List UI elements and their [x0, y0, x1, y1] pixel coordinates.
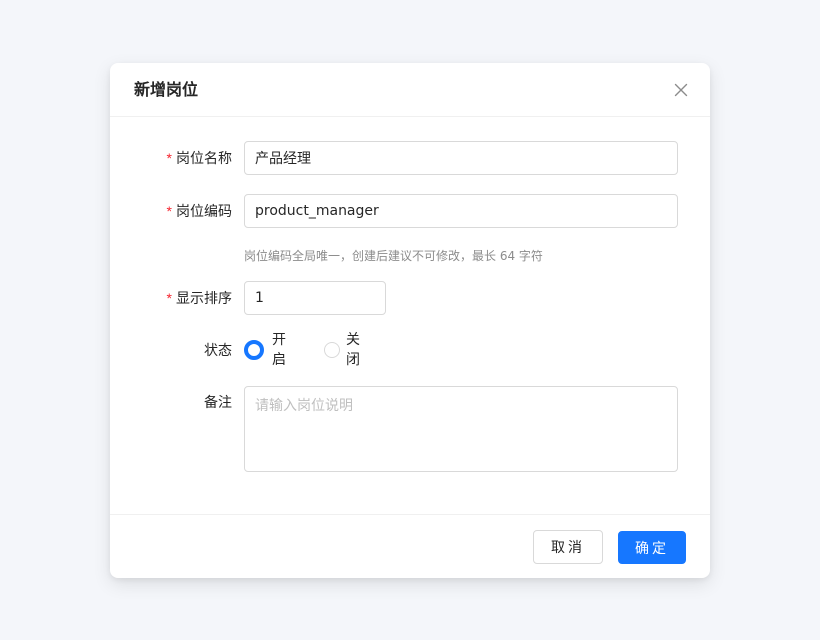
dialog-footer: 取消 确定	[110, 514, 710, 578]
form-row-code: * 岗位编码	[110, 194, 710, 228]
radio-unchecked-icon	[324, 342, 340, 358]
required-mark: *	[166, 150, 172, 166]
radio-checked-icon	[244, 340, 264, 360]
remark-label: 备注	[204, 395, 232, 411]
close-icon[interactable]	[672, 81, 690, 99]
form-row-name: * 岗位名称	[110, 141, 710, 175]
position-name-input[interactable]	[244, 141, 678, 175]
add-position-dialog: 新增岗位 *岗位名称 *岗位编码 岗位编码全局唯一，创建后建议不可修改，最长 6…	[110, 63, 710, 578]
sort-order-input[interactable]	[244, 281, 386, 315]
status-radio-on[interactable]: 开启	[244, 332, 286, 368]
form-row-sort: * 显示排序	[110, 281, 710, 315]
form-row-status: 状态 开启 关闭	[110, 332, 710, 368]
position-code-input[interactable]	[244, 194, 678, 228]
status-label: 状态	[204, 343, 232, 359]
name-label: * 岗位名称	[166, 150, 232, 167]
code-hint: 岗位编码全局唯一，创建后建议不可修改，最长 64 字符	[244, 249, 543, 263]
cancel-button[interactable]: 取消	[533, 530, 603, 564]
code-label: * 岗位编码	[166, 203, 232, 220]
status-radio-off[interactable]: 关闭	[324, 332, 360, 368]
confirm-button[interactable]: 确定	[618, 531, 686, 564]
form-row-remark: 备注	[110, 386, 710, 472]
required-mark: *	[166, 290, 172, 306]
required-mark: *	[166, 203, 172, 219]
dialog-title: 新增岗位	[134, 80, 199, 99]
remark-textarea[interactable]	[244, 386, 678, 472]
sort-label: * 显示排序	[166, 290, 232, 307]
dialog-header: 新增岗位	[110, 63, 710, 117]
